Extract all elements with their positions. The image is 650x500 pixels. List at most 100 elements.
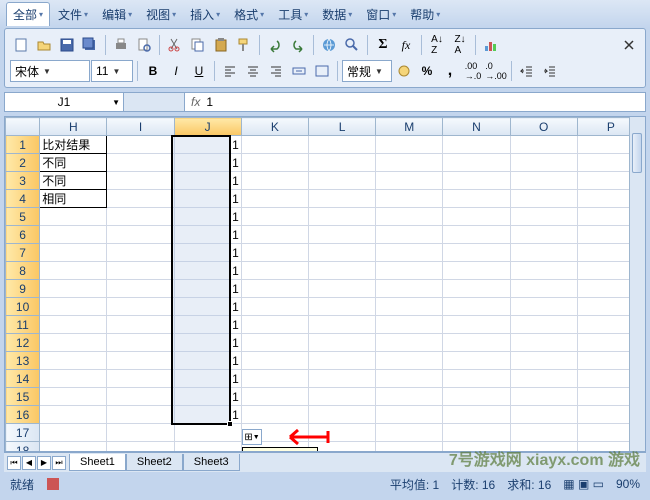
cell-O8[interactable] [510,262,577,280]
cell-K14[interactable] [241,370,308,388]
cell-H15[interactable] [40,388,107,406]
cell-M9[interactable] [376,280,443,298]
sort-asc-icon[interactable]: A↓Z [426,34,448,56]
row-header-17[interactable]: 17 [6,424,40,442]
cell-H7[interactable] [40,244,107,262]
col-header-N[interactable]: N [443,118,510,136]
percent-icon[interactable]: % [416,60,438,82]
cell-O15[interactable] [510,388,577,406]
cell-L9[interactable] [308,280,375,298]
cell-K9[interactable] [241,280,308,298]
cell-H14[interactable] [40,370,107,388]
cell-O7[interactable] [510,244,577,262]
cell-N17[interactable] [443,424,510,442]
cell-H3[interactable]: 不同 [40,172,107,190]
cell-J11[interactable]: 1 [174,316,241,334]
cell-K2[interactable] [241,154,308,172]
view-icons[interactable]: ▦ ▣ ▭ [563,477,604,491]
cell-L5[interactable] [308,208,375,226]
cell-L15[interactable] [308,388,375,406]
cell-J8[interactable]: 1 [174,262,241,280]
row-header-1[interactable]: 1 [6,136,40,154]
find-icon[interactable] [341,34,363,56]
vertical-scrollbar[interactable] [629,117,645,451]
menu-9[interactable]: 帮助▾ [404,2,446,26]
cell-H9[interactable] [40,280,107,298]
print-icon[interactable] [110,34,132,56]
cell-L2[interactable] [308,154,375,172]
cell-K7[interactable] [241,244,308,262]
comma-icon[interactable]: , [439,60,461,82]
cell-I17[interactable] [107,424,174,442]
cell-K15[interactable] [241,388,308,406]
cell-K3[interactable] [241,172,308,190]
cell-I13[interactable] [107,352,174,370]
cell-N7[interactable] [443,244,510,262]
font-size-combo[interactable]: 11▼ [91,60,133,82]
merge-icon[interactable] [288,60,310,82]
row-header-4[interactable]: 4 [6,190,40,208]
cell-H12[interactable] [40,334,107,352]
menu-5[interactable]: 格式▾ [228,2,270,26]
undo-icon[interactable] [264,34,286,56]
cell-J14[interactable]: 1 [174,370,241,388]
cell-I8[interactable] [107,262,174,280]
cell-H16[interactable] [40,406,107,424]
decimal-dec-icon[interactable]: .0→.00 [485,60,507,82]
cell-J7[interactable]: 1 [174,244,241,262]
cell-K11[interactable] [241,316,308,334]
sheet-tab-Sheet2[interactable]: Sheet2 [126,454,183,471]
menu-6[interactable]: 工具▾ [272,2,314,26]
underline-button[interactable]: U [188,60,210,82]
cell-M3[interactable] [376,172,443,190]
col-header-K[interactable]: K [241,118,308,136]
row-header-8[interactable]: 8 [6,262,40,280]
decimal-inc-icon[interactable]: .00→.0 [462,60,484,82]
cell-O5[interactable] [510,208,577,226]
cell-J4[interactable]: 1 [174,190,241,208]
sheet-tab-Sheet1[interactable]: Sheet1 [69,454,126,471]
cell-N5[interactable] [443,208,510,226]
menu-4[interactable]: 插入▾ [184,2,226,26]
cell-H17[interactable] [40,424,107,442]
cell-M14[interactable] [376,370,443,388]
cell-M16[interactable] [376,406,443,424]
cell-K4[interactable] [241,190,308,208]
cell-O10[interactable] [510,298,577,316]
cell-L3[interactable] [308,172,375,190]
cell-N8[interactable] [443,262,510,280]
cell-J6[interactable]: 1 [174,226,241,244]
cell-H6[interactable] [40,226,107,244]
cell-M6[interactable] [376,226,443,244]
cell-I5[interactable] [107,208,174,226]
formula-input[interactable]: fx1 [184,92,646,112]
cell-J12[interactable]: 1 [174,334,241,352]
cell-L16[interactable] [308,406,375,424]
cell-O16[interactable] [510,406,577,424]
font-name-combo[interactable]: 宋体▼ [10,60,90,82]
cell-H10[interactable] [40,298,107,316]
cell-M5[interactable] [376,208,443,226]
cell-L11[interactable] [308,316,375,334]
cell-L1[interactable] [308,136,375,154]
function-icon[interactable]: fx [395,34,417,56]
align-left-icon[interactable] [219,60,241,82]
cell-I6[interactable] [107,226,174,244]
cell-N12[interactable] [443,334,510,352]
cell-J18[interactable] [174,442,241,453]
fill-handle[interactable] [227,421,233,427]
cell-I18[interactable] [107,442,174,453]
align-right-icon[interactable] [265,60,287,82]
sort-desc-icon[interactable]: Z↓A [449,34,471,56]
zoom-level[interactable]: 90% [616,477,640,491]
cell-M18[interactable] [376,442,443,453]
format-painter-icon[interactable] [233,34,255,56]
cell-N16[interactable] [443,406,510,424]
cell-I4[interactable] [107,190,174,208]
cell-K8[interactable] [241,262,308,280]
menu-0[interactable]: 全部▾ [6,2,50,26]
cell-I7[interactable] [107,244,174,262]
cell-O11[interactable] [510,316,577,334]
cell-L7[interactable] [308,244,375,262]
cell-J15[interactable]: 1 [174,388,241,406]
